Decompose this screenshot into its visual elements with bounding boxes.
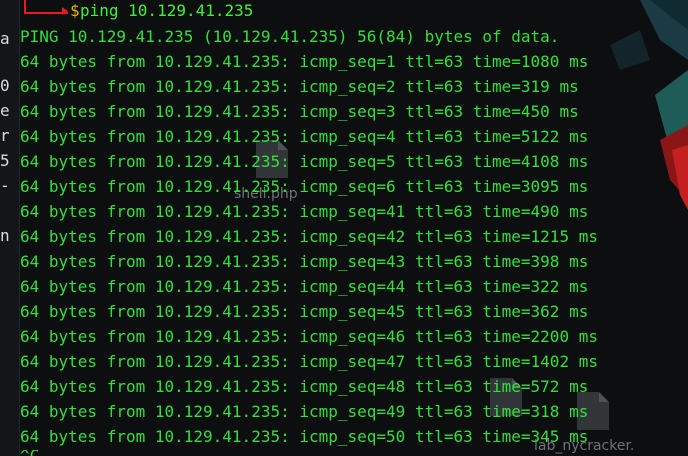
ping-reply-line: 64 bytes from 10.129.41.235: icmp_seq=3 … <box>20 102 579 121</box>
ping-reply-line: 64 bytes from 10.129.41.235: icmp_seq=45… <box>20 302 589 321</box>
ping-reply-line: 64 bytes from 10.129.41.235: icmp_seq=46… <box>20 327 598 346</box>
ping-header: PING 10.129.41.235 (10.129.41.235) 56(84… <box>20 27 560 46</box>
ping-reply-line: 64 bytes from 10.129.41.235: icmp_seq=50… <box>20 427 589 446</box>
ping-reply-line: 64 bytes from 10.129.41.235: icmp_seq=5 … <box>20 152 589 171</box>
ping-reply-line: 64 bytes from 10.129.41.235: icmp_seq=2 … <box>20 77 579 96</box>
ping-reply-line: 64 bytes from 10.129.41.235: icmp_seq=6 … <box>20 177 589 196</box>
ping-reply-line: 64 bytes from 10.129.41.235: icmp_seq=41… <box>20 202 589 221</box>
ping-reply-line: 64 bytes from 10.129.41.235: icmp_seq=43… <box>20 252 589 271</box>
ping-reply-line: 64 bytes from 10.129.41.235: icmp_seq=48… <box>20 377 589 396</box>
prompt-line: $ ping 10.129.41.235 <box>24 0 253 22</box>
interrupt-line: ^C <box>20 450 39 456</box>
ping-reply-line: 64 bytes from 10.129.41.235: icmp_seq=4 … <box>20 127 589 146</box>
prompt-command: ping 10.129.41.235 <box>80 1 254 20</box>
ping-reply-line: 64 bytes from 10.129.41.235: icmp_seq=42… <box>20 227 598 246</box>
prompt-symbol: $ <box>70 1 80 20</box>
ping-reply-line: 64 bytes from 10.129.41.235: icmp_seq=44… <box>20 277 589 296</box>
ping-reply-line: 64 bytes from 10.129.41.235: icmp_seq=1 … <box>20 52 589 71</box>
ping-reply-line: 64 bytes from 10.129.41.235: icmp_seq=49… <box>20 402 589 421</box>
ping-reply-line: 64 bytes from 10.129.41.235: icmp_seq=47… <box>20 352 598 371</box>
prompt-arrow-icon <box>62 7 68 15</box>
terminal-window[interactable]: $ ping 10.129.41.235 PING 10.129.41.235 … <box>0 0 688 456</box>
